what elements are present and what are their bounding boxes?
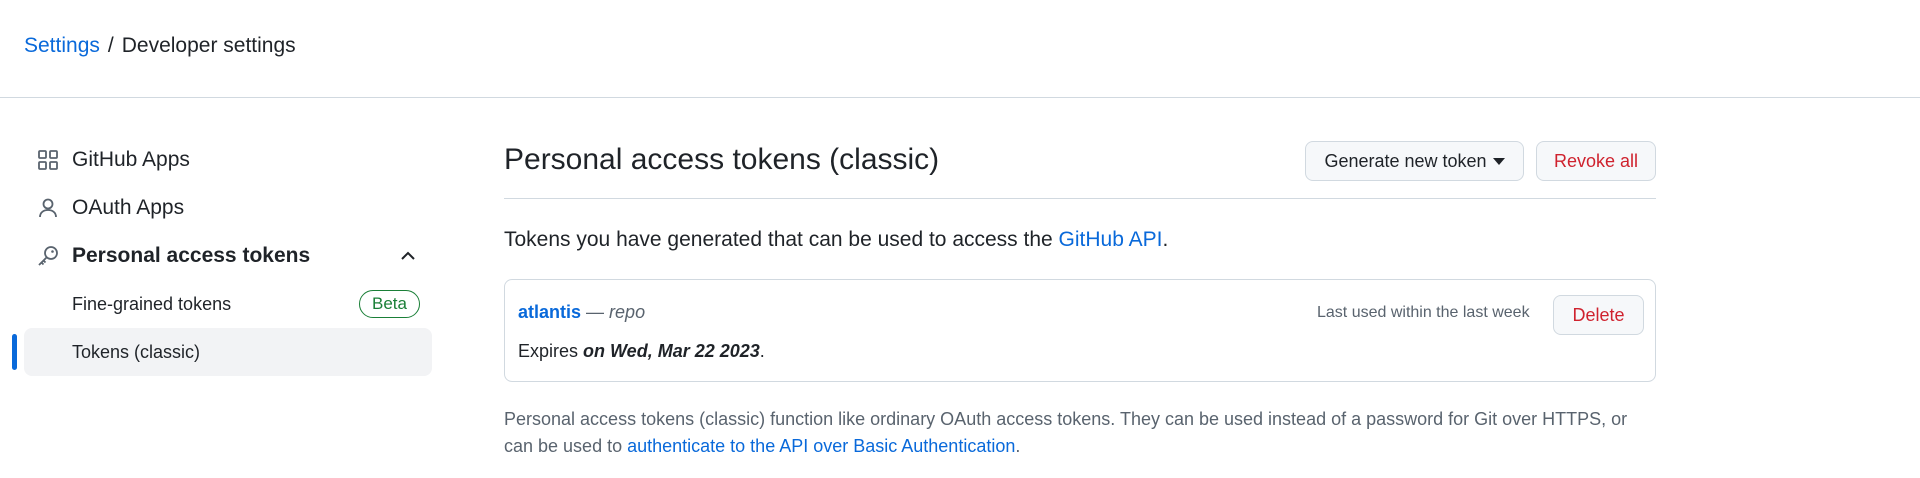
sidebar-item-personal-access-tokens[interactable]: Personal access tokens <box>24 232 432 280</box>
page-title: Personal access tokens (classic) <box>504 143 940 176</box>
github-api-link[interactable]: GitHub API <box>1059 228 1163 251</box>
sidebar-item-oauth-apps[interactable]: OAuth Apps <box>24 184 432 232</box>
key-icon <box>36 244 60 268</box>
page-header: Settings / Developer settings <box>0 0 1920 98</box>
expiry-prefix: Expires <box>518 341 584 361</box>
revoke-all-button[interactable]: Revoke all <box>1536 141 1656 181</box>
sidebar-item-tokens-classic[interactable]: Tokens (classic) <box>12 328 432 376</box>
caret-down-icon <box>1492 157 1505 165</box>
sidebar-item-label: Fine-grained tokens <box>72 293 232 314</box>
token-scope: repo <box>609 302 646 322</box>
token-header: atlantis — repo <box>518 300 645 324</box>
beta-badge: Beta <box>359 290 420 318</box>
chevron-up-icon[interactable] <box>396 244 420 268</box>
title-row: Personal access tokens (classic) Generat… <box>504 136 1656 199</box>
person-icon <box>36 196 60 220</box>
breadcrumb-separator: / <box>107 34 114 57</box>
breadcrumb: Settings / Developer settings <box>24 33 296 59</box>
sidebar-item-github-apps[interactable]: GitHub Apps <box>24 136 432 184</box>
generate-new-token-button[interactable]: Generate new token <box>1305 141 1524 181</box>
breadcrumb-current: Developer settings <box>121 34 296 57</box>
sidebar-item-label: GitHub Apps <box>72 148 190 171</box>
sidebar-item-label: Personal access tokens <box>72 244 311 267</box>
main-content: Personal access tokens (classic) Generat… <box>504 136 1656 456</box>
delete-token-button[interactable]: Delete <box>1553 295 1644 335</box>
sidebar-item-fine-grained-tokens[interactable]: Fine-grained tokens Beta <box>24 280 432 328</box>
expiry-suffix: . <box>759 341 765 361</box>
breadcrumb-settings-link[interactable]: Settings <box>24 33 100 59</box>
sidebar-item-label: Tokens (classic) <box>72 341 201 362</box>
intro-text: Tokens you have generated that can be us… <box>504 226 1168 254</box>
last-used-text: Last used within the last week <box>1317 304 1530 321</box>
generate-new-token-label: Generate new token <box>1324 150 1487 171</box>
intro-suffix: . <box>1162 228 1169 251</box>
token-expiry: Expires on Wed, Mar 22 2023. <box>518 339 765 363</box>
sidebar-item-label: OAuth Apps <box>72 196 185 219</box>
classic-tokens-note: Personal access tokens (classic) functio… <box>504 406 1656 460</box>
intro-prefix: Tokens you have generated that can be us… <box>504 228 1059 251</box>
expiry-date: on Wed, Mar 22 2023 <box>583 341 760 361</box>
token-name-link[interactable]: atlantis <box>518 302 581 322</box>
basic-auth-link[interactable]: authenticate to the API over Basic Authe… <box>627 436 1015 456</box>
note-suffix: . <box>1015 436 1021 456</box>
sidebar-nav: GitHub Apps OAuth Apps Personal access t… <box>12 136 432 376</box>
apps-grid-icon <box>36 148 60 172</box>
token-list-item: atlantis — repo Expires on Wed, Mar 22 2… <box>504 279 1656 382</box>
token-dash: — <box>581 302 610 322</box>
